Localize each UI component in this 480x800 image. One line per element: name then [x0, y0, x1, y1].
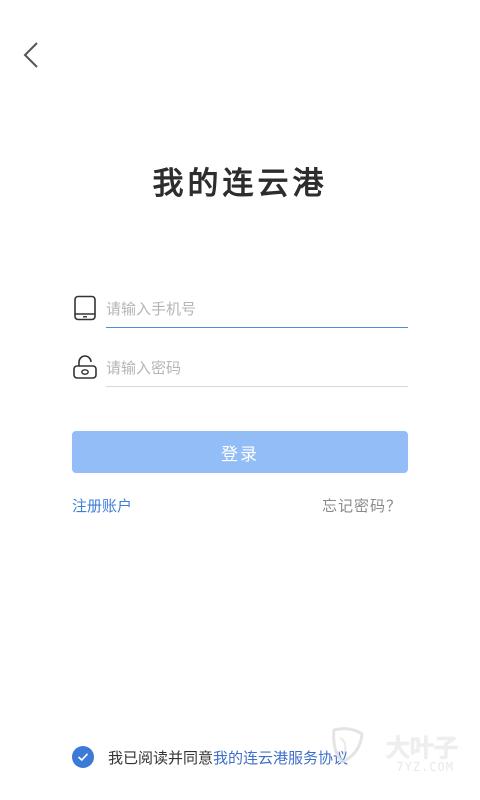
agreement-row: 我已阅读并同意 我的连云港服务协议: [72, 746, 348, 768]
watermark: 大叶子 7YZ.COM: [326, 724, 466, 784]
password-input[interactable]: [106, 351, 408, 385]
phone-underline: [106, 326, 408, 328]
chevron-left-icon: [23, 42, 38, 68]
register-link[interactable]: 注册账户: [72, 495, 132, 516]
check-icon: [77, 753, 89, 762]
forgot-password-link[interactable]: 忘记密码？: [322, 495, 402, 516]
agreement-checkbox[interactable]: [72, 746, 94, 768]
password-underline: [106, 386, 408, 387]
phone-icon: [74, 295, 96, 321]
page-title: 我的连云港: [152, 166, 328, 202]
watermark-name: 大叶子: [386, 734, 458, 762]
phone-field: [72, 292, 408, 328]
password-field: [72, 351, 408, 387]
phone-input[interactable]: [106, 292, 408, 326]
agreement-text: 我已阅读并同意: [108, 748, 214, 767]
lock-icon: [73, 355, 97, 379]
back-button[interactable]: [14, 38, 48, 72]
leaf-logo-icon: [332, 727, 364, 764]
watermark-site: 7YZ.COM: [396, 760, 454, 774]
login-button[interactable]: 登录: [72, 431, 408, 473]
